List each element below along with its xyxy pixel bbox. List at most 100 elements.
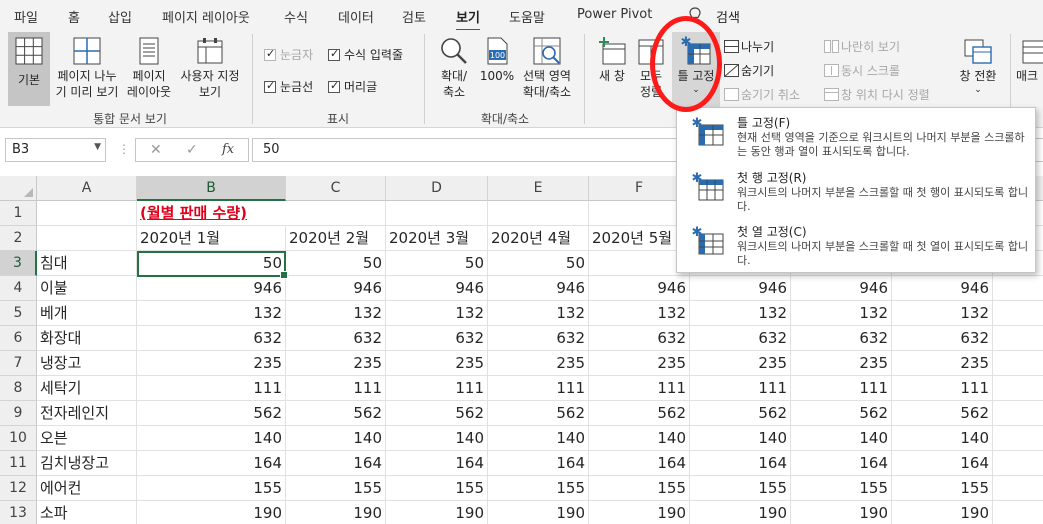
arrange-all-button[interactable]: 모두 정렬 bbox=[634, 32, 668, 106]
cell[interactable]: 140 bbox=[791, 426, 892, 451]
cell[interactable]: 베개 bbox=[37, 301, 137, 326]
cell[interactable]: 946 bbox=[892, 276, 993, 301]
cell[interactable]: 111 bbox=[690, 376, 791, 401]
cell[interactable]: 에어컨 bbox=[37, 476, 137, 501]
row-header[interactable]: 5 bbox=[0, 301, 37, 326]
new-window-button[interactable]: 새 창 bbox=[592, 32, 632, 106]
cell[interactable]: 946 bbox=[690, 276, 791, 301]
cell[interactable]: 946 bbox=[488, 276, 589, 301]
cell[interactable]: 562 bbox=[791, 401, 892, 426]
synchronous-scrolling-button[interactable]: 동시 스크롤 bbox=[824, 62, 900, 79]
hide-button[interactable]: 숨기기 bbox=[724, 62, 774, 79]
cell[interactable]: 190 bbox=[137, 501, 286, 524]
cell[interactable]: 50 bbox=[286, 251, 386, 276]
cell[interactable]: 632 bbox=[589, 326, 690, 351]
tab-view[interactable]: 보기 bbox=[456, 7, 480, 32]
gridlines-checkbox[interactable]: 눈금선 bbox=[264, 78, 313, 95]
cell[interactable]: 235 bbox=[690, 351, 791, 376]
cell[interactable]: 111 bbox=[137, 376, 286, 401]
cell[interactable]: 562 bbox=[690, 401, 791, 426]
menu-item-freeze-top-row[interactable]: ✱ 첫 행 고정(R) 워크시트의 나머지 부분을 스크롤할 때 첫 행이 표시… bbox=[677, 166, 1035, 220]
cell[interactable]: 전자레인지 bbox=[37, 401, 137, 426]
unhide-button[interactable]: 숨기기 취소 bbox=[724, 86, 800, 103]
cell[interactable]: 562 bbox=[488, 401, 589, 426]
page-break-preview-button[interactable]: 페이지 나누 기 미리 보기 bbox=[52, 32, 122, 106]
cell[interactable]: 164 bbox=[137, 451, 286, 476]
tab-home[interactable]: 홈 bbox=[68, 7, 80, 26]
cell[interactable]: 냉장고 bbox=[37, 351, 137, 376]
row-header[interactable]: 12 bbox=[0, 476, 37, 501]
cell[interactable]: 140 bbox=[488, 426, 589, 451]
cell[interactable]: 562 bbox=[589, 401, 690, 426]
cell[interactable]: 235 bbox=[488, 351, 589, 376]
row-header[interactable]: 7 bbox=[0, 351, 37, 376]
cell[interactable]: 946 bbox=[791, 276, 892, 301]
cell[interactable]: 소파 bbox=[37, 501, 137, 524]
view-side-by-side-button[interactable]: 나란히 보기 bbox=[824, 38, 900, 55]
cell[interactable]: 132 bbox=[892, 301, 993, 326]
cell[interactable]: 132 bbox=[690, 301, 791, 326]
cell[interactable]: 562 bbox=[892, 401, 993, 426]
cell[interactable]: 132 bbox=[791, 301, 892, 326]
cell[interactable]: 155 bbox=[791, 476, 892, 501]
cell[interactable]: 140 bbox=[386, 426, 488, 451]
zoom-100-button[interactable]: 100 100% bbox=[478, 32, 516, 106]
cell[interactable]: 111 bbox=[286, 376, 386, 401]
cell[interactable] bbox=[993, 476, 1043, 501]
cell[interactable]: 946 bbox=[589, 276, 690, 301]
cell[interactable]: 164 bbox=[589, 451, 690, 476]
cell[interactable]: 946 bbox=[386, 276, 488, 301]
macros-button[interactable]: 매크 bbox=[1016, 32, 1043, 106]
row-header[interactable]: 2 bbox=[0, 226, 37, 251]
formula-bar-grip-icon[interactable]: ⋮ bbox=[118, 142, 130, 156]
cell[interactable]: 164 bbox=[386, 451, 488, 476]
switch-windows-button[interactable]: 창 전환 ⌄ bbox=[952, 32, 1004, 106]
cell[interactable]: 155 bbox=[286, 476, 386, 501]
chevron-down-icon[interactable]: ▼ bbox=[94, 142, 101, 152]
cell[interactable]: 오븐 bbox=[37, 426, 137, 451]
cell[interactable]: 190 bbox=[589, 501, 690, 524]
cell[interactable] bbox=[993, 351, 1043, 376]
name-box[interactable]: B3 ▼ bbox=[5, 138, 106, 162]
cell[interactable]: 김치냉장고 bbox=[37, 451, 137, 476]
cell[interactable]: 235 bbox=[791, 351, 892, 376]
cell[interactable] bbox=[488, 201, 589, 226]
insert-function-icon[interactable]: fx bbox=[222, 142, 234, 157]
cell[interactable]: 235 bbox=[286, 351, 386, 376]
reset-window-position-button[interactable]: 창 위치 다시 정렬 bbox=[824, 86, 930, 103]
cell[interactable]: 이불 bbox=[37, 276, 137, 301]
cell[interactable] bbox=[37, 226, 137, 251]
row-header[interactable]: 1 bbox=[0, 201, 37, 226]
cell[interactable]: 2020년 3월 bbox=[386, 226, 488, 251]
cell[interactable]: 164 bbox=[286, 451, 386, 476]
cell[interactable]: 632 bbox=[892, 326, 993, 351]
select-all-button[interactable] bbox=[0, 176, 37, 201]
cell[interactable] bbox=[993, 276, 1043, 301]
search-box[interactable]: 검색 bbox=[686, 5, 756, 26]
cell[interactable]: 111 bbox=[386, 376, 488, 401]
cell[interactable]: 632 bbox=[137, 326, 286, 351]
row-header[interactable]: 13 bbox=[0, 501, 37, 524]
cell[interactable]: 155 bbox=[690, 476, 791, 501]
cell[interactable]: 132 bbox=[137, 301, 286, 326]
cell[interactable] bbox=[37, 201, 137, 226]
cell[interactable]: 132 bbox=[386, 301, 488, 326]
cell[interactable]: 111 bbox=[791, 376, 892, 401]
cell[interactable]: 632 bbox=[488, 326, 589, 351]
zoom-button[interactable]: 확대/ 축소 bbox=[432, 32, 476, 106]
freeze-panes-button[interactable]: ✱ 틀 고정 ⌄ bbox=[672, 32, 720, 108]
row-header[interactable]: 9 bbox=[0, 401, 37, 426]
tab-review[interactable]: 검토 bbox=[402, 7, 426, 26]
headings-checkbox[interactable]: 머리글 bbox=[328, 78, 377, 95]
cell[interactable]: 50 bbox=[137, 251, 286, 276]
confirm-icon[interactable]: ✓ bbox=[186, 142, 198, 158]
cell[interactable] bbox=[993, 376, 1043, 401]
cell[interactable]: 140 bbox=[137, 426, 286, 451]
cell[interactable] bbox=[286, 201, 386, 226]
custom-views-button[interactable]: 사용자 지정 보기 bbox=[176, 32, 244, 106]
cell[interactable]: 562 bbox=[137, 401, 286, 426]
cell[interactable]: 50 bbox=[488, 251, 589, 276]
zoom-to-selection-button[interactable]: 선택 영역 확대/축소 bbox=[518, 32, 576, 106]
cell[interactable]: 111 bbox=[892, 376, 993, 401]
tab-insert[interactable]: 삽입 bbox=[108, 7, 132, 26]
